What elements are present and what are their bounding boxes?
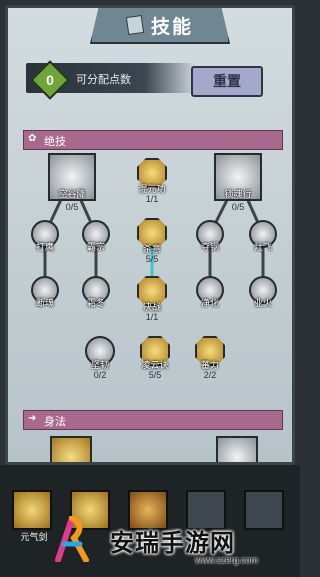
skill-name: 净化 [200,298,219,308]
skill-name: 断魂 [35,298,54,308]
skill-panel: 技能 0 可分配点数 重置 ✿ 绝技 空谷降 0/5 混元功 1/1 锁魂行 0… [5,5,295,465]
skill-name: 霜冬 [86,298,105,308]
skill-count: 1/1 [145,194,159,204]
bottom-tab-5[interactable] [244,490,284,530]
skill-node-center-low[interactable]: 决战 1/1 [137,276,167,322]
skill-node-bottom-mid[interactable]: 凌云诀 5/5 [140,336,170,380]
watermark-text: 安瑞手游网 [110,530,235,557]
skill-node-l-b[interactable]: 霸宗 [82,220,110,252]
skill-node-r-a[interactable]: 夺钢 [196,220,224,252]
section-header-body: ➜ 身法 [23,410,283,430]
skill-count: 5/5 [148,370,162,380]
skill-node-l-c[interactable]: 断魂 [31,276,59,308]
skill-count: 0/5 [65,202,79,212]
watermark-url: www.szerg.com [195,555,259,565]
skill-icon [50,436,92,462]
skill-name: 霸宗 [86,242,105,252]
skill-count: 0/2 [93,370,107,380]
skill-name: 灶飞 [253,242,272,252]
skill-name: 夺钢 [200,242,219,252]
skill-node-l-a[interactable]: 打鹰 [31,220,59,252]
skill-count: 2/2 [203,370,217,380]
skill-node-body-left[interactable] [50,436,92,462]
section-label-body: 身法 [44,416,66,428]
skill-name: 打鹰 [35,242,54,252]
skill-node-r-d[interactable]: 业火 [249,276,277,308]
skill-node-r-c[interactable]: 净化 [196,276,224,308]
skill-node-body-right[interactable] [216,436,258,462]
bottom-tab-label: 元气剑 [20,532,48,542]
watermark-logo-icon [55,516,89,562]
skill-node-bottom-left[interactable]: 坚韧 0/2 [85,336,115,380]
skill-node-right-top[interactable]: 锁魂行 0/5 [214,153,262,212]
skill-node-r-b[interactable]: 灶飞 [249,220,277,252]
skill-node-center-top[interactable]: 混元功 1/1 [137,158,167,204]
skill-icon [216,436,258,462]
skill-name: 锁魂行 [224,189,252,199]
body-icon: ➜ [28,413,37,424]
skill-count: 1/1 [145,312,159,322]
skill-node-l-d[interactable]: 霜冬 [82,276,110,308]
bottom-tab-1[interactable]: 元气剑 [12,490,52,542]
skill-node-bottom-right[interactable]: 蕃力 2/2 [195,336,225,380]
skill-name: 业火 [253,298,272,308]
skill-count: 5/5 [145,254,159,264]
skill-name: 空谷降 [58,189,86,199]
skill-count: 0/5 [231,202,245,212]
skill-node-center-mid[interactable]: 杀意 5/5 [137,218,167,264]
skill-node-left-top[interactable]: 空谷降 0/5 [48,153,96,212]
